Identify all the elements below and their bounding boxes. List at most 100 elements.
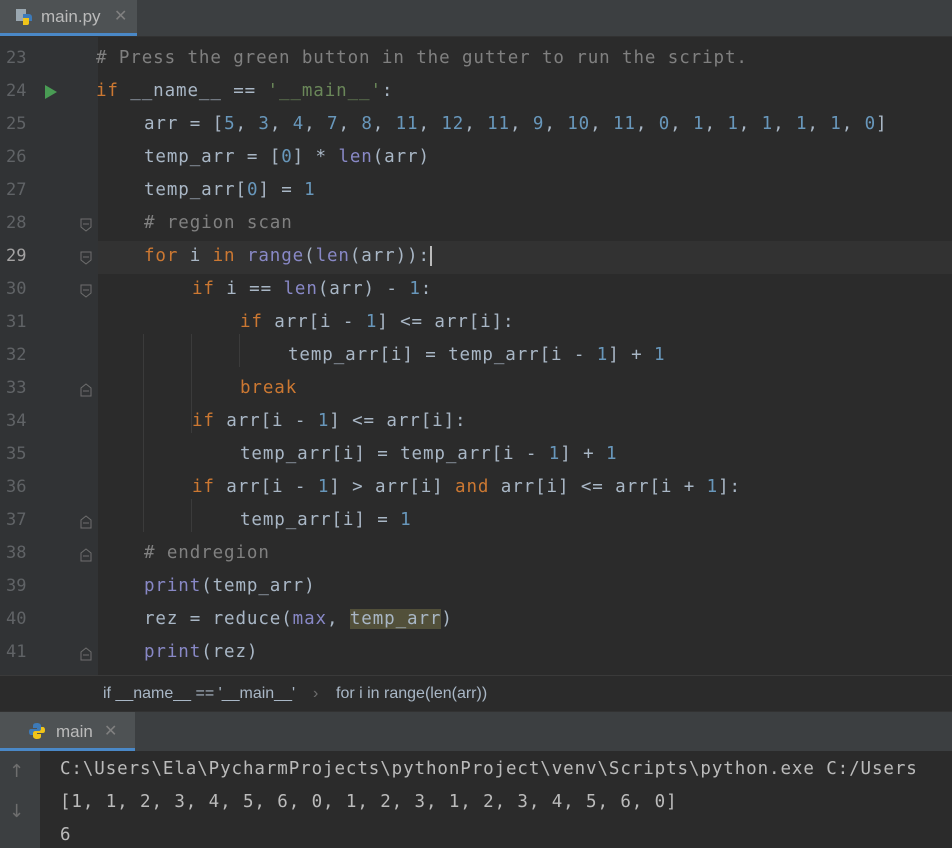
python-file-icon <box>16 9 32 25</box>
fold-icon[interactable] <box>80 383 92 397</box>
line-number: 35 <box>6 444 27 464</box>
line-number: 36 <box>6 477 27 497</box>
code-text: # endregion <box>144 543 270 563</box>
code-line[interactable]: break <box>98 373 952 406</box>
code-line[interactable]: if __name__ == '__main__': <box>96 76 952 109</box>
code-line[interactable]: # Press the green button in the gutter t… <box>96 43 952 76</box>
fold-icon[interactable] <box>80 284 92 298</box>
code-text: temp_arr[0] = 1 <box>144 180 316 200</box>
breadcrumb-separator: › <box>313 685 319 702</box>
code-text: if arr[i - 1] > arr[i] and arr[i] <= arr… <box>192 477 741 497</box>
run-tool-window-header: main ✕ <box>0 711 952 751</box>
tab-main-py[interactable]: main.py ✕ <box>0 0 137 36</box>
code-text: if __name__ == '__main__': <box>96 81 394 101</box>
code-text: rez = reduce(max, temp_arr) <box>144 609 453 629</box>
code-text: if i == len(arr) - 1: <box>192 279 433 299</box>
line-number: 41 <box>6 642 27 662</box>
gutter-line: 25 <box>0 109 98 142</box>
gutter-line: 35 <box>0 439 98 472</box>
code-line[interactable]: temp_arr[i] = 1 <box>98 505 952 538</box>
code-line[interactable]: temp_arr[0] = 1 <box>98 175 952 208</box>
line-number: 23 <box>6 48 27 68</box>
gutter-line: 39 <box>0 571 98 604</box>
line-number: 27 <box>6 180 27 200</box>
code-text: temp_arr[i] = 1 <box>240 510 412 530</box>
line-number: 34 <box>6 411 27 431</box>
line-number: 26 <box>6 147 27 167</box>
run-gutter-icon[interactable] <box>45 85 57 99</box>
code-line[interactable]: # endregion <box>98 538 952 571</box>
gutter-line: 32 <box>0 340 98 373</box>
code-line[interactable]: if i == len(arr) - 1: <box>98 274 952 307</box>
code-line[interactable]: if arr[i - 1] <= arr[i]: <box>98 406 952 439</box>
code-line[interactable]: temp_arr[i] = temp_arr[i - 1] + 1 <box>98 439 952 472</box>
code-text: temp_arr[i] = temp_arr[i - 1] + 1 <box>240 444 618 464</box>
code-line[interactable]: if arr[i - 1] <= arr[i]: <box>98 307 952 340</box>
arrow-up-icon[interactable]: ↑ <box>9 761 24 782</box>
code-comment: # endregion <box>144 543 270 563</box>
code-text: break <box>240 378 298 398</box>
code-text: # region scan <box>144 213 293 233</box>
code-line[interactable]: print(temp_arr) <box>98 571 952 604</box>
line-number: 30 <box>6 279 27 299</box>
code-text: for i in range(len(arr)): <box>144 246 432 266</box>
code-line[interactable]: temp_arr = [0] * len(arr) <box>98 142 952 175</box>
line-number: 29 <box>6 246 27 266</box>
fold-icon[interactable] <box>80 251 92 265</box>
breadcrumb-item-if-main[interactable]: if __name__ == '__main__' <box>103 685 295 703</box>
line-number: 33 <box>6 378 27 398</box>
close-icon[interactable]: ✕ <box>114 6 127 25</box>
fold-icon[interactable] <box>80 647 92 661</box>
line-number: 24 <box>6 81 27 101</box>
code-text: if arr[i - 1] <= arr[i]: <box>240 312 515 332</box>
fold-icon[interactable] <box>80 515 92 529</box>
tab-label: main.py <box>41 7 101 26</box>
run-tab-main[interactable]: main ✕ <box>0 712 135 751</box>
arrow-down-icon[interactable]: ↓ <box>9 801 24 822</box>
run-tab-label: main <box>56 722 93 741</box>
line-number: 28 <box>6 213 27 233</box>
line-number: 25 <box>6 114 27 134</box>
console-line: C:\Users\Ela\PycharmProjects\pythonProje… <box>60 759 918 779</box>
fold-icon[interactable] <box>80 218 92 232</box>
breadcrumb: if __name__ == '__main__' › for i in ran… <box>0 675 952 711</box>
code-line[interactable]: # region scan <box>98 208 952 241</box>
breadcrumb-item-for-loop[interactable]: for i in range(len(arr)) <box>336 685 487 703</box>
code-line[interactable]: print(rez) <box>98 637 952 670</box>
editor-tab-bar: main.py ✕ <box>0 0 952 37</box>
line-number: 37 <box>6 510 27 530</box>
code-comment: # Press the green button in the gutter t… <box>96 48 748 68</box>
gutter-line: 23 <box>0 43 98 76</box>
code-comment: # region scan <box>144 213 293 233</box>
gutter-line: 31 <box>0 307 98 340</box>
code-text: print(rez) <box>144 642 259 662</box>
console-line: 6 <box>60 825 72 845</box>
code-line[interactable]: for i in range(len(arr)): <box>98 241 952 274</box>
gutter-line: 27 <box>0 175 98 208</box>
code-line[interactable]: temp_arr[i] = temp_arr[i - 1] + 1 <box>98 340 952 373</box>
console-toolbar: ↑ ↓ <box>0 751 40 848</box>
code-line[interactable]: if arr[i - 1] > arr[i] and arr[i] <= arr… <box>98 472 952 505</box>
line-number: 32 <box>6 345 27 365</box>
code-line[interactable]: rez = reduce(max, temp_arr) <box>98 604 952 637</box>
run-console[interactable]: ↑ ↓ C:\Users\Ela\PycharmProjects\pythonP… <box>0 751 952 848</box>
gutter-line: 36 <box>0 472 98 505</box>
code-line[interactable]: arr = [5, 3, 4, 7, 8, 11, 12, 11, 9, 10,… <box>98 109 952 142</box>
fold-icon[interactable] <box>80 548 92 562</box>
line-number: 38 <box>6 543 27 563</box>
gutter-line: 40 <box>0 604 98 637</box>
console-line: [1, 1, 2, 3, 4, 5, 6, 0, 1, 2, 3, 1, 2, … <box>60 792 678 812</box>
line-number: 40 <box>6 609 27 629</box>
code-text: temp_arr = [0] * len(arr) <box>144 147 430 167</box>
code-text: print(temp_arr) <box>144 576 316 596</box>
text-caret <box>429 246 432 266</box>
code-text: # Press the green button in the gutter t… <box>96 48 748 68</box>
gutter-line: 34 <box>0 406 98 439</box>
gutter-line: 26 <box>0 142 98 175</box>
code-text: temp_arr[i] = temp_arr[i - 1] + 1 <box>288 345 666 365</box>
code-text: if arr[i - 1] <= arr[i]: <box>192 411 467 431</box>
code-editor[interactable]: # Press the green button in the gutter t… <box>0 37 952 675</box>
python-icon <box>29 723 45 739</box>
code-text: arr = [5, 3, 4, 7, 8, 11, 12, 11, 9, 10,… <box>144 114 888 134</box>
close-icon[interactable]: ✕ <box>104 721 117 740</box>
